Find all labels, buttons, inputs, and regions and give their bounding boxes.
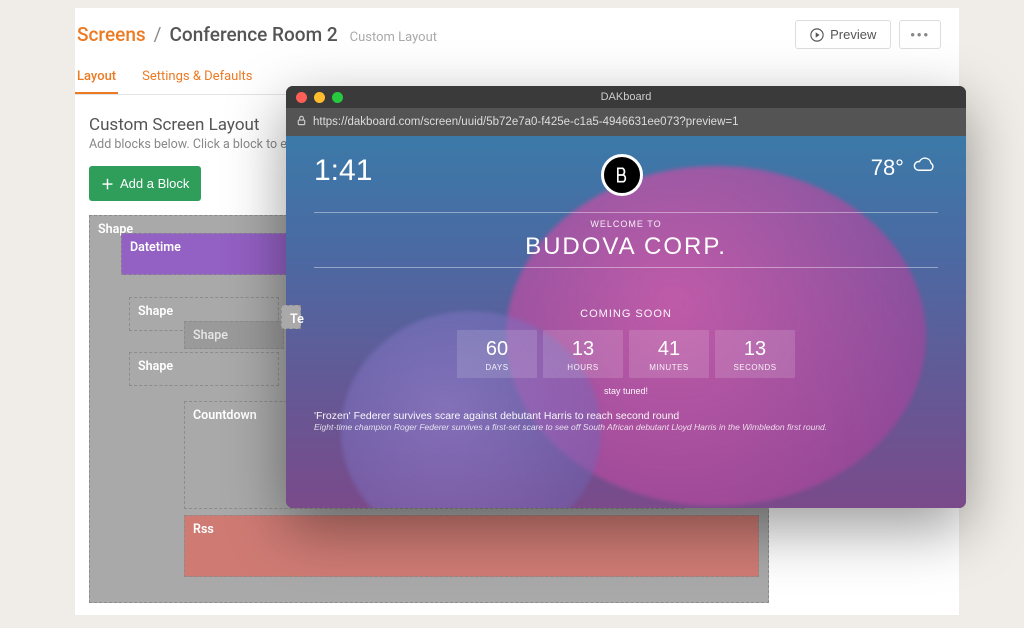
preview-body: 1:41 78° WELCOME TO BUDOVA CORP. COMING … — [286, 136, 966, 508]
breadcrumb-screen: Conference Room 2 — [170, 23, 338, 46]
topbar-buttons: Preview ••• — [795, 20, 941, 49]
breadcrumb: Screens / Conference Room 2 Custom Layou… — [75, 23, 437, 46]
coming-soon-label: COMING SOON — [314, 308, 938, 320]
tab-settings[interactable]: Settings & Defaults — [140, 69, 254, 94]
hours-label: HOURS — [543, 363, 623, 372]
weather-temp: 78° — [871, 155, 904, 181]
days-label: DAYS — [457, 363, 537, 372]
preview-top-row: 1:41 78° — [314, 154, 938, 196]
preview-button-label: Preview — [830, 27, 876, 42]
weather-display: 78° — [871, 154, 938, 182]
countdown-days: 60 DAYS — [457, 330, 537, 378]
play-icon — [810, 28, 824, 42]
breadcrumb-layout-type: Custom Layout — [350, 30, 437, 45]
countdown-minutes: 41 MINUTES — [629, 330, 709, 378]
preview-button[interactable]: Preview — [795, 20, 891, 49]
preview-titlebar[interactable]: DAKboard — [286, 86, 966, 108]
countdown-seconds: 13 SECONDS — [715, 330, 795, 378]
lock-icon — [296, 115, 307, 129]
news-block: 'Frozen' Federer survives scare against … — [314, 410, 938, 432]
company-name: BUDOVA CORP. — [314, 233, 938, 261]
preview-window[interactable]: DAKboard https://dakboard.com/screen/uui… — [286, 86, 966, 508]
days-value: 60 — [457, 338, 537, 361]
block-shape-b[interactable]: Shape — [129, 352, 279, 386]
cloud-icon — [910, 154, 938, 182]
seconds-label: SECONDS — [715, 363, 795, 372]
breadcrumb-root[interactable]: Screens — [77, 23, 146, 46]
more-button[interactable]: ••• — [899, 20, 941, 49]
tab-layout[interactable]: Layout — [75, 69, 118, 94]
header-row: Screens / Conference Room 2 Custom Layou… — [75, 20, 959, 59]
hours-value: 13 — [543, 338, 623, 361]
clock-display: 1:41 — [314, 154, 372, 188]
add-block-label: Add a Block — [120, 176, 189, 191]
news-subtext: Eight-time champion Roger Federer surviv… — [314, 422, 938, 432]
block-partial[interactable]: Te — [281, 305, 301, 329]
breadcrumb-separator: / — [154, 23, 162, 46]
preview-url: https://dakboard.com/screen/uuid/5b72e7a… — [313, 116, 739, 128]
welcome-block: WELCOME TO BUDOVA CORP. — [314, 206, 938, 274]
countdown-row: 60 DAYS 13 HOURS 41 MINUTES 13 SECONDS — [314, 330, 938, 378]
stay-tuned-label: stay tuned! — [314, 386, 938, 396]
company-logo — [601, 154, 643, 196]
preview-window-title: DAKboard — [286, 91, 966, 103]
minutes-value: 41 — [629, 338, 709, 361]
welcome-label: WELCOME TO — [314, 219, 938, 229]
block-rss[interactable]: Rss — [184, 515, 759, 577]
preview-address-bar[interactable]: https://dakboard.com/screen/uuid/5b72e7a… — [286, 108, 966, 136]
block-shape-dim[interactable]: Shape — [184, 321, 284, 349]
preview-content: 1:41 78° WELCOME TO BUDOVA CORP. COMING … — [286, 136, 966, 508]
news-headline: 'Frozen' Federer survives scare against … — [314, 410, 938, 422]
countdown-hours: 13 HOURS — [543, 330, 623, 378]
minutes-label: MINUTES — [629, 363, 709, 372]
add-block-button[interactable]: ＋ Add a Block — [89, 166, 201, 201]
plus-icon: ＋ — [101, 174, 114, 193]
seconds-value: 13 — [715, 338, 795, 361]
